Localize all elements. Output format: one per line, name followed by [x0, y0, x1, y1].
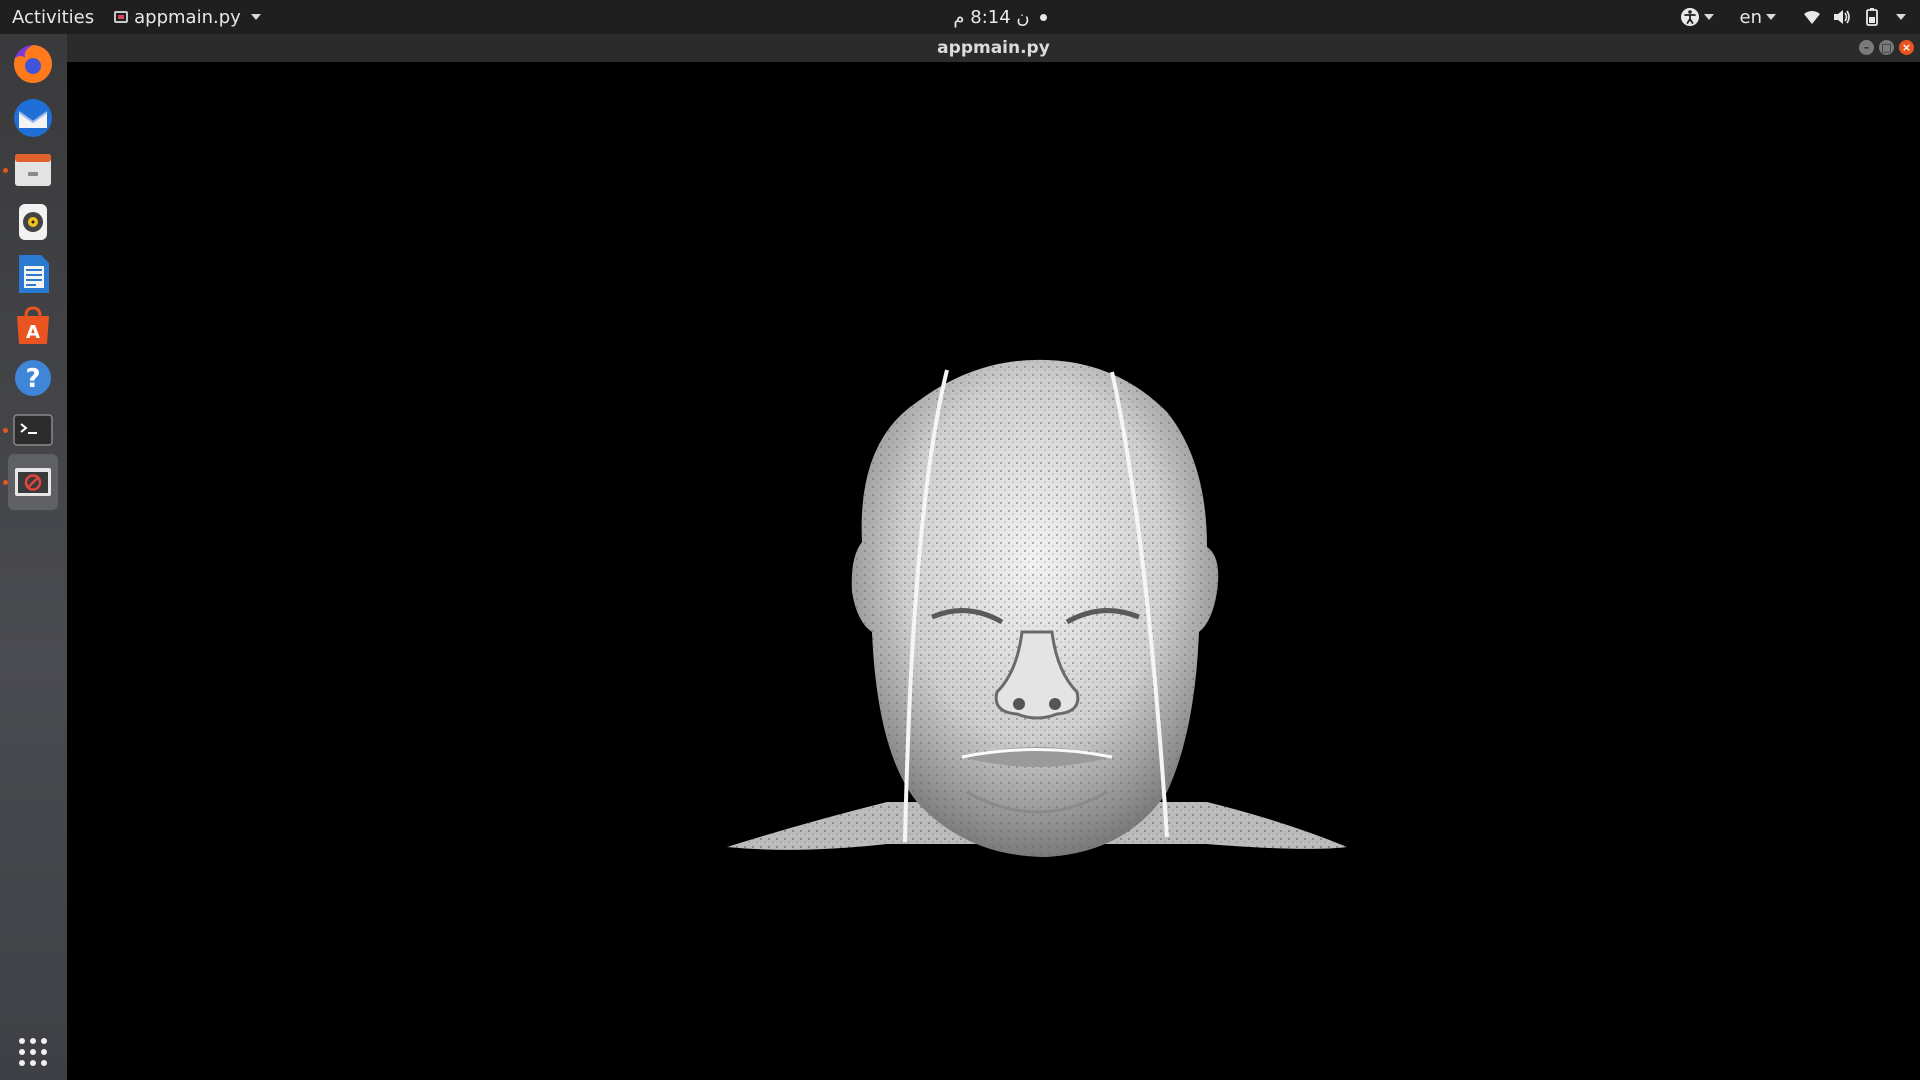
svg-text:A: A	[26, 322, 40, 343]
dock-item-firefox[interactable]	[8, 36, 58, 92]
close-icon: ×	[1901, 41, 1912, 54]
dock-item-appmain[interactable]	[3, 454, 58, 510]
app-menu-label: appmain.py	[134, 6, 241, 28]
chevron-down-icon	[1703, 14, 1714, 20]
chevron-down-icon	[250, 14, 261, 20]
running-indicator	[3, 428, 8, 433]
minimize-icon: –	[1863, 41, 1870, 54]
dock-item-help[interactable]: ?	[8, 350, 58, 406]
wifi-icon	[1804, 10, 1820, 24]
app-window-icon	[114, 11, 129, 23]
accessibility-icon	[1680, 8, 1699, 26]
grid-icon	[19, 1038, 47, 1066]
language-label: en	[1739, 6, 1762, 28]
battery-icon	[1866, 8, 1878, 26]
render-canvas[interactable]	[67, 62, 1920, 1080]
dock: A ?	[0, 34, 67, 1080]
activities-button[interactable]: Activities	[12, 7, 94, 28]
window-title: appmain.py	[937, 38, 1050, 58]
help-icon: ?	[15, 360, 51, 396]
thunderbird-icon	[14, 99, 52, 137]
head-volume-rendering[interactable]	[647, 332, 1387, 892]
dock-item-files[interactable]	[3, 142, 58, 198]
system-menu[interactable]	[1802, 7, 1906, 27]
svg-text:?: ?	[25, 364, 40, 394]
top-bar: Activities appmain.py ن 8:14 م en	[0, 0, 1920, 34]
clock-text: ن 8:14 م	[953, 6, 1030, 28]
running-indicator	[3, 480, 8, 485]
rhythmbox-icon	[19, 204, 47, 240]
volume-icon	[1834, 10, 1850, 24]
dock-item-software[interactable]: A	[8, 298, 58, 354]
running-indicator	[3, 168, 8, 173]
close-button[interactable]: ×	[1899, 40, 1914, 55]
notification-dot-icon	[1039, 13, 1047, 21]
chevron-down-icon	[1896, 14, 1906, 20]
dock-item-thunderbird[interactable]	[8, 90, 58, 146]
show-applications-button[interactable]	[8, 1024, 58, 1080]
files-icon	[15, 154, 51, 186]
writer-icon	[19, 255, 49, 293]
minimize-button[interactable]: –	[1859, 40, 1874, 55]
dock-item-writer[interactable]	[8, 246, 58, 302]
window-title-bar[interactable]: appmain.py – □ ×	[67, 34, 1920, 62]
app-menu[interactable]: appmain.py	[114, 7, 261, 28]
dock-item-terminal[interactable]	[3, 402, 58, 458]
maximize-button[interactable]: □	[1879, 40, 1894, 55]
clock[interactable]: ن 8:14 م	[940, 0, 1060, 34]
maximize-icon: □	[1881, 41, 1892, 54]
software-icon: A	[17, 306, 49, 344]
terminal-icon	[13, 414, 53, 446]
chevron-down-icon	[1766, 14, 1776, 20]
language-menu[interactable]: en	[1740, 7, 1776, 28]
dock-item-rhythmbox[interactable]	[8, 194, 58, 250]
firefox-icon	[14, 44, 53, 83]
app-window-icon	[15, 468, 51, 496]
accessibility-menu[interactable]	[1680, 7, 1714, 27]
